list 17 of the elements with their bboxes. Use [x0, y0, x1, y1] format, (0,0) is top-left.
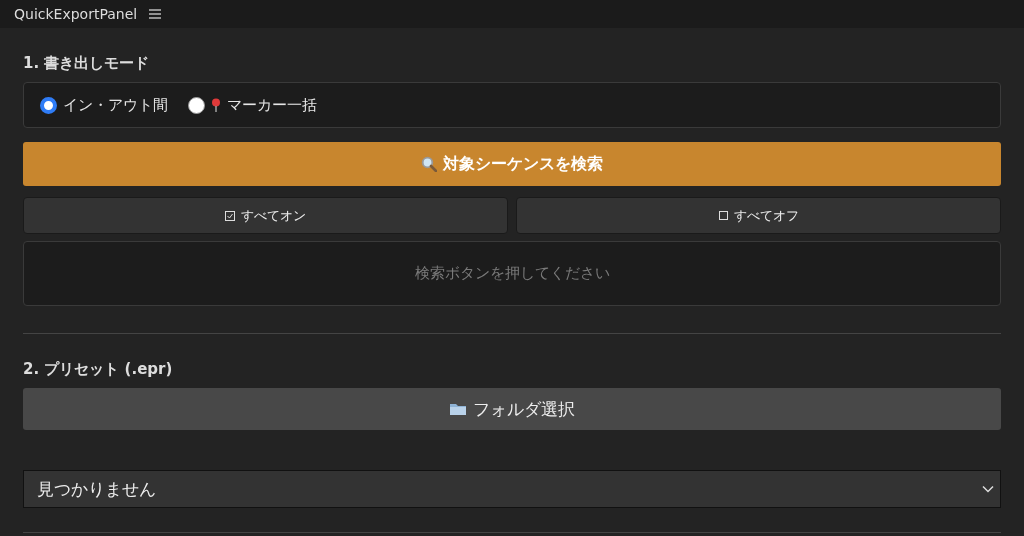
- select-all-button[interactable]: すべてオン: [23, 197, 508, 234]
- chevron-down-icon: [982, 485, 994, 493]
- empty-box-icon: [718, 211, 728, 220]
- pin-icon: [211, 98, 221, 112]
- preset-select[interactable]: 見つかりません: [23, 470, 1001, 508]
- section-heading: 2. プリセット (.epr): [23, 360, 174, 379]
- results-message: 検索ボタンを押してください: [414, 264, 610, 283]
- mode-radio[interactable]: イン・アウト間: [40, 95, 168, 115]
- mode-radio[interactable]: マーカー一括: [188, 95, 317, 115]
- search-icon: [421, 156, 437, 172]
- section-heading: 1. 書き出しモード: [23, 54, 151, 73]
- deselect-all-button[interactable]: すべてオフ: [516, 197, 1001, 234]
- folder-icon: [449, 402, 467, 416]
- panel-title: QuickExportPanel: [14, 6, 138, 22]
- menu-icon[interactable]: [149, 9, 162, 19]
- folder-select-button[interactable]: フォルダ選択: [23, 388, 1001, 430]
- checked-box-icon: [225, 210, 235, 221]
